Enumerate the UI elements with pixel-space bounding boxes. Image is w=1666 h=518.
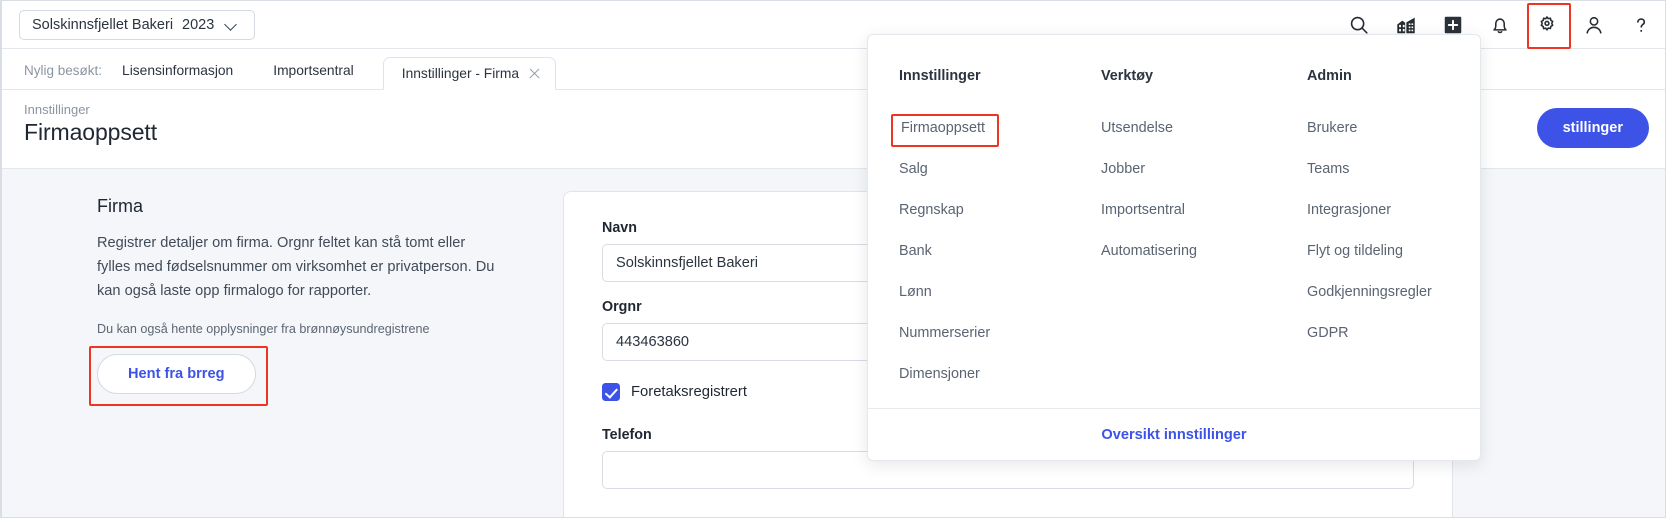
tab-label: Innstillinger - Firma	[402, 66, 519, 81]
save-settings-button[interactable]: stillinger	[1537, 108, 1649, 148]
tab-importsentral[interactable]: Importsentral	[253, 63, 374, 89]
menu-item-nummerserier[interactable]: Nummerserier	[899, 313, 1072, 354]
section-description: Registrer detaljer om firma. Orgnr felte…	[97, 231, 497, 303]
help-icon[interactable]	[1628, 12, 1654, 38]
fiscal-year: 2023	[182, 17, 214, 33]
menu-item-integrasjoner[interactable]: Integrasjoner	[1307, 190, 1480, 231]
close-icon[interactable]	[528, 67, 541, 80]
brreg-note: Du kan også hente opplysninger fra brønn…	[97, 322, 517, 336]
menu-column-innstillinger: Innstillinger Firmaoppsett Salg Regnskap…	[868, 68, 1072, 409]
menu-item-importsentral[interactable]: Importsentral	[1101, 190, 1274, 231]
menu-item-utsendelse[interactable]: Utsendelse	[1101, 108, 1274, 149]
menu-item-lonn[interactable]: Lønn	[899, 272, 1072, 313]
column-heading-admin: Admin	[1307, 68, 1480, 84]
menu-item-salg[interactable]: Salg	[899, 149, 1072, 190]
menu-item-jobber[interactable]: Jobber	[1101, 149, 1274, 190]
checkbox-label: Foretaksregistrert	[631, 384, 747, 400]
menu-item-flyt-og-tildeling[interactable]: Flyt og tildeling	[1307, 231, 1480, 272]
company-year-selector[interactable]: Solskinnsfjellet Bakeri 2023	[19, 10, 255, 40]
company-name: Solskinnsfjellet Bakeri	[32, 17, 173, 33]
tab-innstillinger-firma[interactable]: Innstillinger - Firma	[383, 57, 556, 90]
menu-item-gdpr[interactable]: GDPR	[1307, 313, 1480, 354]
bell-icon[interactable]	[1487, 12, 1513, 38]
section-heading: Firma	[97, 196, 517, 217]
menu-column-admin: Admin Brukere Teams Integrasjoner Flyt o…	[1274, 68, 1480, 409]
tab-lisensinformasjon[interactable]: Lisensinformasjon	[102, 63, 253, 89]
settings-dropdown-menu: Innstillinger Firmaoppsett Salg Regnskap…	[867, 34, 1481, 461]
breadcrumb: Innstillinger	[24, 102, 90, 117]
gear-icon	[1534, 12, 1560, 38]
menu-item-bank[interactable]: Bank	[899, 231, 1072, 272]
chevron-down-icon	[225, 18, 238, 31]
column-heading-verktoy: Verktøy	[1101, 68, 1274, 84]
checkbox-checked-icon	[602, 383, 620, 401]
menu-columns: Innstillinger Firmaoppsett Salg Regnskap…	[868, 35, 1480, 409]
menu-column-verktoy: Verktøy Utsendelse Jobber Importsentral …	[1072, 68, 1274, 409]
settings-gear-button[interactable]	[1534, 12, 1560, 38]
column-heading-innstillinger: Innstillinger	[899, 68, 1072, 84]
menu-item-godkjenningsregler[interactable]: Godkjenningsregler	[1307, 272, 1480, 313]
menu-item-automatisering[interactable]: Automatisering	[1101, 231, 1274, 272]
recent-visited-label: Nylig besøkt:	[2, 63, 102, 89]
brreg-button-highlight: Hent fra brreg	[97, 354, 256, 394]
oversikt-innstillinger-link[interactable]: Oversikt innstillinger	[1101, 427, 1246, 443]
app-window: Solskinnsfjellet Bakeri 2023	[0, 0, 1666, 518]
menu-item-firmaoppsett[interactable]: Firmaoppsett	[899, 108, 987, 149]
hent-fra-brreg-button[interactable]: Hent fra brreg	[97, 354, 256, 394]
user-icon[interactable]	[1581, 12, 1607, 38]
menu-item-regnskap[interactable]: Regnskap	[899, 190, 1072, 231]
menu-item-dimensjoner[interactable]: Dimensjoner	[899, 354, 1072, 395]
menu-footer: Oversikt innstillinger	[868, 408, 1480, 460]
firma-info-panel: Firma Registrer detaljer om firma. Orgnr…	[97, 196, 517, 394]
menu-item-teams[interactable]: Teams	[1307, 149, 1480, 190]
menu-item-brukere[interactable]: Brukere	[1307, 108, 1480, 149]
page-title: Firmaoppsett	[24, 119, 157, 146]
